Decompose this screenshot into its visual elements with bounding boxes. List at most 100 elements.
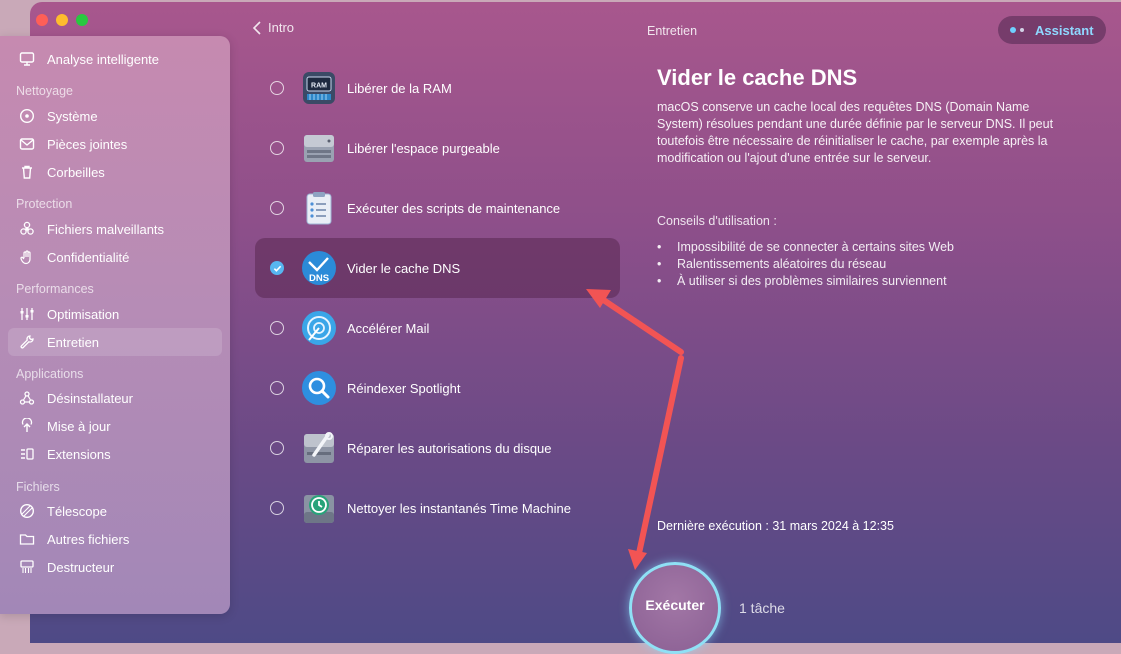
task-radio[interactable]: [270, 141, 284, 155]
tip-item: Impossibilité de se connecter à certains…: [657, 239, 954, 256]
checkmark-icon: [273, 265, 281, 272]
sidebar-item-fichiers-malveillants[interactable]: Fichiers malveillants: [8, 215, 222, 243]
sidebar-item-confidentialite[interactable]: Confidentialité: [8, 243, 222, 271]
task-item-time-machine[interactable]: Nettoyer les instantanés Time Machine: [255, 478, 620, 538]
task-label: Exécuter des scripts de maintenance: [347, 200, 561, 216]
sidebar-item-systeme[interactable]: Système: [8, 102, 222, 130]
sidebar-item-label: Destructeur: [47, 559, 115, 575]
disk-repair-icon: [301, 430, 337, 466]
assistant-label: Assistant: [1035, 22, 1094, 38]
task-item-liberer-ram[interactable]: RAM Libérer de la RAM: [255, 58, 620, 118]
tip-item: À utiliser si des problèmes similaires s…: [657, 273, 954, 290]
task-radio[interactable]: [270, 201, 284, 215]
sidebar-section-fichiers: Fichiers: [16, 480, 60, 494]
task-item-vider-cache-dns[interactable]: DNS Vider le cache DNS: [255, 238, 620, 298]
task-count: 1 tâche: [739, 600, 785, 616]
chevron-left-icon: [252, 20, 261, 35]
sidebar-section-applications: Applications: [16, 367, 84, 381]
task-label: Vider le cache DNS: [347, 260, 461, 276]
tips-title: Conseils d'utilisation :: [657, 214, 777, 228]
sidebar-item-extensions[interactable]: Extensions: [8, 440, 222, 468]
drive-icon: [301, 130, 337, 166]
task-radio[interactable]: [270, 441, 284, 455]
task-item-reindexer-spotlight[interactable]: Réindexer Spotlight: [255, 358, 620, 418]
sidebar-item-autres-fichiers[interactable]: Autres fichiers: [8, 525, 222, 553]
task-label: Réparer les autorisations du disque: [347, 440, 552, 456]
task-label: Libérer de la RAM: [347, 80, 452, 96]
hand-icon: [18, 248, 36, 266]
zoom-window-button[interactable]: [76, 14, 88, 26]
sidebar-item-label: Mise à jour: [47, 418, 111, 434]
task-item-accelerer-mail[interactable]: Accélérer Mail: [255, 298, 620, 358]
sidebar-item-label: Optimisation: [47, 306, 120, 322]
assistant-button[interactable]: Assistant: [998, 16, 1106, 44]
tips-list: Impossibilité de se connecter à certains…: [657, 239, 954, 290]
minimize-window-button[interactable]: [56, 14, 68, 26]
sidebar-item-mise-a-jour[interactable]: Mise à jour: [8, 412, 222, 440]
task-radio[interactable]: [270, 321, 284, 335]
sliders-icon: [18, 305, 36, 323]
monitor-icon: [18, 50, 36, 68]
task-radio[interactable]: [270, 381, 284, 395]
sidebar-section-performances: Performances: [16, 282, 94, 296]
sidebar-item-label: Confidentialité: [47, 249, 130, 265]
uninstall-icon: [18, 389, 36, 407]
sidebar-item-desinstallateur[interactable]: Désinstallateur: [8, 384, 222, 412]
sidebar-item-destructeur[interactable]: Destructeur: [8, 553, 222, 581]
mail-speed-icon: [301, 310, 337, 346]
task-radio[interactable]: [270, 501, 284, 515]
sidebar-item-pieces-jointes[interactable]: Pièces jointes: [8, 130, 222, 158]
task-label: Réindexer Spotlight: [347, 380, 461, 396]
task-label: Nettoyer les instantanés Time Machine: [347, 500, 571, 516]
task-label: Libérer l'espace purgeable: [347, 140, 500, 156]
task-item-liberer-espace-purgeable[interactable]: Libérer l'espace purgeable: [255, 118, 620, 178]
task-radio[interactable]: [270, 81, 284, 95]
page-title: Entretien: [647, 24, 698, 38]
sidebar-item-analyse-intelligente[interactable]: Analyse intelligente: [8, 45, 222, 73]
back-button[interactable]: Intro: [252, 20, 294, 35]
sidebar-item-entretien[interactable]: Entretien: [8, 328, 222, 356]
shredder-icon: [18, 558, 36, 576]
sidebar: Analyse intelligente Nettoyage Système P…: [0, 36, 230, 614]
extensions-icon: [18, 445, 36, 463]
sidebar-item-optimisation[interactable]: Optimisation: [8, 300, 222, 328]
sidebar-item-telescope[interactable]: Télescope: [8, 497, 222, 525]
time-machine-icon: [301, 490, 337, 526]
update-icon: [18, 417, 36, 435]
disk-icon: [18, 107, 36, 125]
back-label: Intro: [268, 20, 295, 35]
sidebar-item-label: Extensions: [47, 446, 111, 462]
sidebar-section-nettoyage: Nettoyage: [16, 84, 73, 98]
sidebar-item-label: Entretien: [47, 334, 100, 350]
detail-description: macOS conserve un cache local des requêt…: [657, 100, 1054, 165]
svg-text:RAM: RAM: [311, 83, 327, 90]
lens-icon: [18, 502, 36, 520]
sidebar-item-corbeilles[interactable]: Corbeilles: [8, 158, 222, 186]
dns-icon: DNS: [301, 250, 337, 286]
run-button[interactable]: Exécuter: [629, 562, 721, 654]
sidebar-item-label: Pièces jointes: [47, 136, 128, 152]
sidebar-item-label: Télescope: [47, 503, 107, 519]
window-controls: [36, 14, 88, 26]
trash-icon: [18, 163, 36, 181]
sidebar-section-protection: Protection: [16, 197, 73, 211]
sidebar-item-label: Corbeilles: [47, 164, 105, 180]
sidebar-item-label: Fichiers malveillants: [47, 221, 165, 237]
task-item-reparer-autorisations[interactable]: Réparer les autorisations du disque: [255, 418, 620, 478]
spotlight-icon: [301, 370, 337, 406]
task-item-scripts-maintenance[interactable]: Exécuter des scripts de maintenance: [255, 178, 620, 238]
biohazard-icon: [18, 220, 36, 238]
detail-title: Vider le cache DNS: [657, 65, 858, 90]
dns-badge-text: DNS: [309, 273, 329, 284]
sidebar-item-label: Système: [47, 108, 98, 124]
sidebar-item-label: Désinstallateur: [47, 390, 133, 406]
sidebar-item-label: Autres fichiers: [47, 531, 130, 547]
task-radio-checked[interactable]: [270, 261, 284, 275]
tip-item: Ralentissements aléatoires du réseau: [657, 256, 954, 273]
sidebar-item-label: Analyse intelligente: [47, 51, 160, 67]
clipboard-icon: [301, 190, 337, 226]
task-label: Accélérer Mail: [347, 320, 430, 336]
close-window-button[interactable]: [36, 14, 48, 26]
last-run-text: Dernière exécution : 31 mars 2024 à 12:3…: [657, 519, 894, 533]
folder-icon: [18, 530, 36, 548]
